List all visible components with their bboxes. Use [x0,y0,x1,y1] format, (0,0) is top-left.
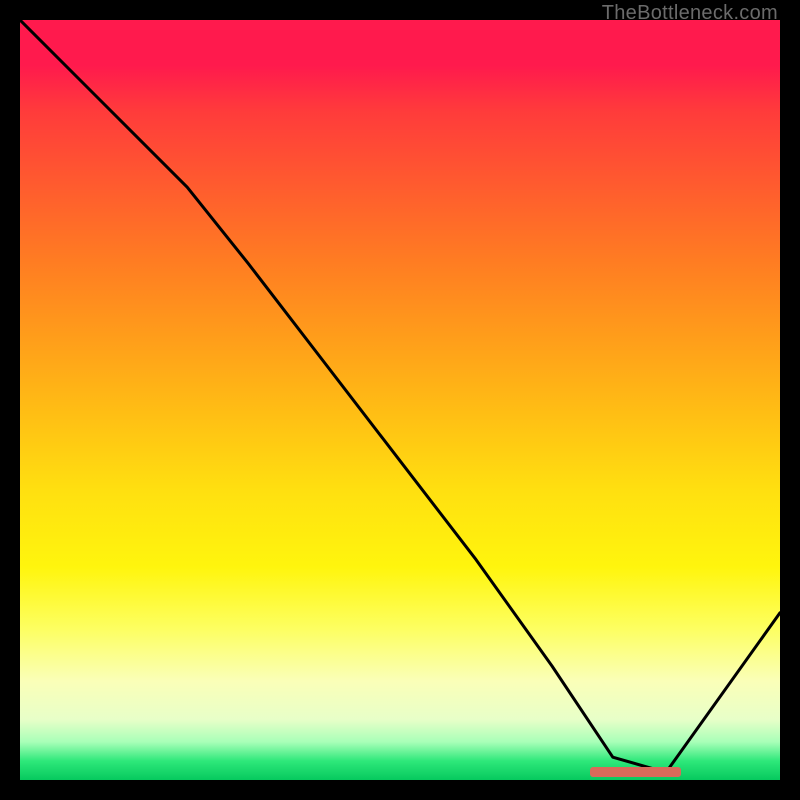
target-band-marker [590,767,681,777]
chart-curve [20,20,780,772]
chart-line-layer [20,20,780,780]
chart-plot-area [20,20,780,780]
